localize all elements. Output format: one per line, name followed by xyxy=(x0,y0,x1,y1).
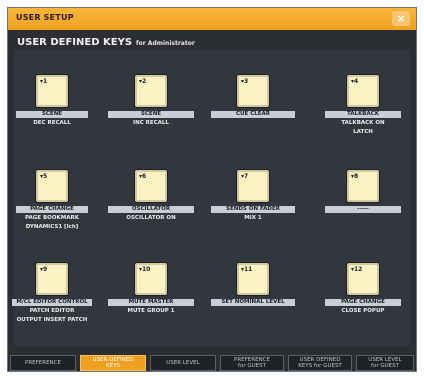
key-function-label: CUE CLEAR xyxy=(211,111,295,118)
key-parameter-label: MUTE GROUP 1 xyxy=(127,308,175,314)
tab-bar: PREFERENCE USER DEFINED KEYS USER LEVEL PREF… xyxy=(8,353,416,372)
key-number: ▾6 xyxy=(139,173,147,180)
key-function-label: OSCILLATOR xyxy=(108,206,194,213)
tab-label: PREFERENCE xyxy=(25,360,61,366)
user-key-12[interactable]: ▾12 xyxy=(347,263,379,295)
key-parameter-label: MIX 1 xyxy=(244,215,262,221)
user-key-3[interactable]: ▾3 xyxy=(237,75,269,107)
user-key-4[interactable]: ▾4 xyxy=(347,75,379,107)
key-parameter-label: INC RECALL xyxy=(133,120,169,126)
user-key-7[interactable]: ▾7 xyxy=(237,170,269,202)
tab-user-level-for-guest[interactable]: USER LEVEL for GUEST xyxy=(356,355,414,371)
key-number: ▾11 xyxy=(241,266,253,273)
key-function-label: ----- xyxy=(325,206,401,213)
section-subtitle: for Administrator xyxy=(136,40,195,47)
key-function-label: SCENE xyxy=(108,111,194,118)
user-key-8[interactable]: ▾8 xyxy=(347,170,379,202)
key-parameter-label: OSCILLATOR ON xyxy=(126,215,176,221)
key-number: ▾8 xyxy=(351,173,359,180)
key-number: ▾3 xyxy=(241,78,249,85)
key-function-label: SCENE xyxy=(16,111,88,118)
section-title: USER DEFINED KEYS xyxy=(17,37,133,48)
tab-user-defined-keys[interactable]: USER DEFINED KEYS xyxy=(80,355,146,371)
user-key-6[interactable]: ▾6 xyxy=(135,170,167,202)
tab-user-defined-keys-for-guest[interactable]: USER DEFINED KEYS for GUEST xyxy=(288,355,352,371)
title-bar: USER SETUP × xyxy=(8,8,416,30)
key-number: ▾7 xyxy=(241,173,249,180)
section-heading: USER DEFINED KEYS for Administrator xyxy=(17,37,195,48)
key-function-label: PAGE CHANGE xyxy=(325,299,401,306)
key-function-label: PAGE CHANGE xyxy=(16,206,88,213)
user-key-10[interactable]: ▾10 xyxy=(135,263,167,295)
key-number: ▾10 xyxy=(139,266,151,273)
key-parameter-label: PATCH EDITOR OUTPUT INSERT PATCH xyxy=(16,308,88,323)
keys-panel: ▾1 SCENE DEC RECALL ▾2 SCENE INC RECALL ▾3 CUE … xyxy=(12,50,410,346)
user-setup-window: USER SETUP × USER DEFINED KEYS for Admini… xyxy=(7,7,417,372)
key-parameter-label: TALKBACK ON LATCH xyxy=(341,120,385,135)
tab-label: USER LEVEL for GUEST xyxy=(368,357,402,369)
tab-label: USER DEFINED KEYS for GUEST xyxy=(298,357,342,369)
window-title: USER SETUP xyxy=(16,13,74,22)
key-function-label: SENDS ON FADER xyxy=(211,206,295,213)
tab-preference-for-guest[interactable]: PREFERENCE for GUEST xyxy=(220,355,284,371)
key-number: ▾4 xyxy=(351,78,359,85)
user-key-1[interactable]: ▾1 xyxy=(36,75,68,107)
key-function-label: MUTE MASTER xyxy=(108,299,194,306)
close-button[interactable]: × xyxy=(392,11,410,26)
user-key-9[interactable]: ▾9 xyxy=(36,263,68,295)
key-function-label: SET NOMINAL LEVEL xyxy=(211,299,295,306)
tab-label: PREFERENCE for GUEST xyxy=(234,357,270,369)
key-parameter-label: CLOSE POPUP xyxy=(341,308,385,314)
key-number: ▾2 xyxy=(139,78,147,85)
key-function-label: M/CL EDITOR CONTROL xyxy=(12,299,92,306)
user-key-2[interactable]: ▾2 xyxy=(135,75,167,107)
key-number: ▾12 xyxy=(351,266,363,273)
key-function-label: TALKBACK xyxy=(325,111,401,118)
tab-user-level[interactable]: USER LEVEL xyxy=(150,355,216,371)
tab-label: USER LEVEL xyxy=(166,360,200,366)
key-number: ▾5 xyxy=(40,173,48,180)
key-number: ▾1 xyxy=(40,78,48,85)
key-number: ▾9 xyxy=(40,266,48,273)
tab-preference[interactable]: PREFERENCE xyxy=(10,355,76,371)
key-parameter-label: DEC RECALL xyxy=(33,120,71,126)
key-parameter-label: PAGE BOOKMARK DYNAMICS1 [Ich] xyxy=(24,215,79,230)
user-key-5[interactable]: ▾5 xyxy=(36,170,68,202)
user-key-11[interactable]: ▾11 xyxy=(237,263,269,295)
tab-label: USER DEFINED KEYS xyxy=(92,357,134,369)
